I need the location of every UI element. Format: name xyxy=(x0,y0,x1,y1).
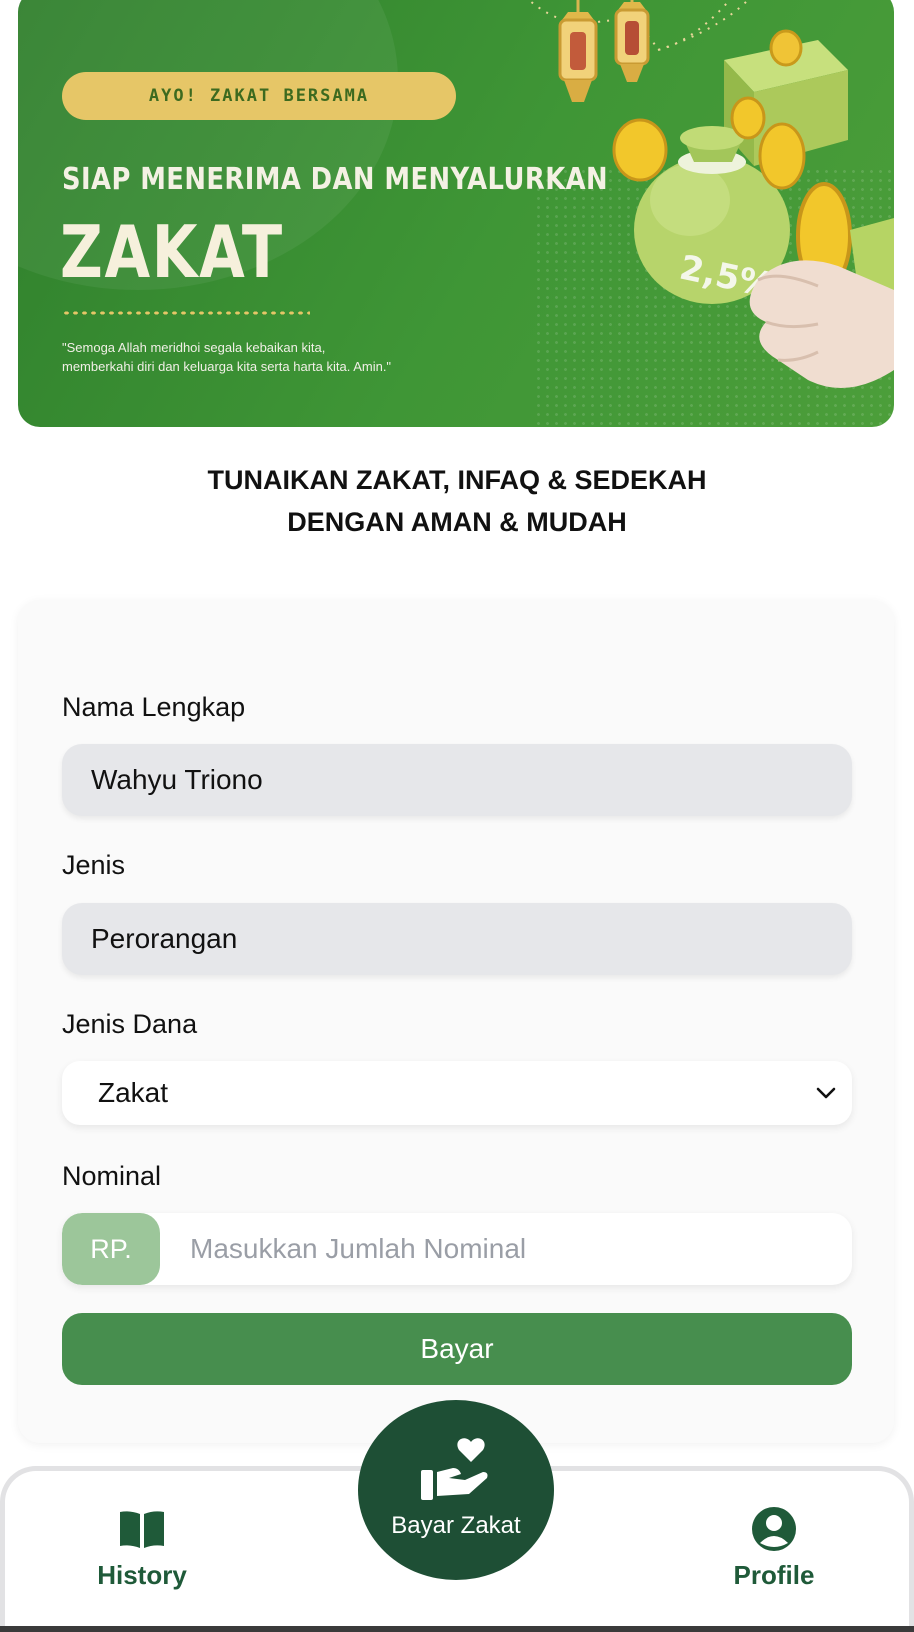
nav-profile[interactable]: Profile xyxy=(694,1506,854,1591)
nav-bayar-zakat[interactable]: Bayar Zakat xyxy=(358,1400,554,1580)
nominal-input-group: RP. xyxy=(62,1213,852,1285)
nominal-label: Nominal xyxy=(62,1161,162,1191)
currency-prefix: RP. xyxy=(62,1213,160,1285)
nav-history-label: History xyxy=(97,1560,187,1590)
headline: TUNAIKAN ZAKAT, INFAQ & SEDEKAH DENGAN A… xyxy=(0,459,914,543)
headline-line2: DENGAN AMAN & MUDAH xyxy=(287,507,627,537)
hand-heart-icon xyxy=(421,1438,488,1500)
headline-line1: TUNAIKAN ZAKAT, INFAQ & SEDEKAH xyxy=(207,465,707,495)
name-field[interactable]: Wahyu Triono xyxy=(62,744,852,816)
coin-icon xyxy=(612,118,668,182)
promo-banner: AYO! ZAKAT BERSAMA SIAP MENERIMA DAN MEN… xyxy=(18,0,894,427)
chevron-down-icon xyxy=(816,1082,838,1104)
bottom-edge xyxy=(0,1626,914,1632)
fund-type-select[interactable]: Zakat xyxy=(62,1061,852,1125)
page: AYO! ZAKAT BERSAMA SIAP MENERIMA DAN MEN… xyxy=(0,0,914,1632)
user-circle-icon xyxy=(748,1506,800,1552)
coin-icon xyxy=(730,96,766,140)
fund-type-selected: Zakat xyxy=(98,1077,169,1108)
book-icon xyxy=(116,1506,168,1552)
type-label: Jenis xyxy=(62,850,126,880)
fund-type-label: Jenis Dana xyxy=(62,1009,198,1039)
name-label: Nama Lengkap xyxy=(62,692,246,722)
zakat-illustration: 2,5% xyxy=(527,0,894,388)
pay-button[interactable]: Bayar xyxy=(62,1313,852,1385)
nominal-input[interactable] xyxy=(160,1213,852,1285)
lantern-icon xyxy=(614,0,650,82)
coin-icon xyxy=(758,122,806,190)
nav-profile-label: Profile xyxy=(733,1560,815,1590)
lantern-icon xyxy=(558,0,598,102)
type-field[interactable]: Perorangan xyxy=(62,903,852,975)
nav-bayar-zakat-label: Bayar Zakat xyxy=(391,1512,521,1539)
payment-form-card: Nama Lengkap Wahyu Triono Jenis Perorang… xyxy=(18,600,894,1443)
nav-history[interactable]: History xyxy=(62,1506,222,1591)
